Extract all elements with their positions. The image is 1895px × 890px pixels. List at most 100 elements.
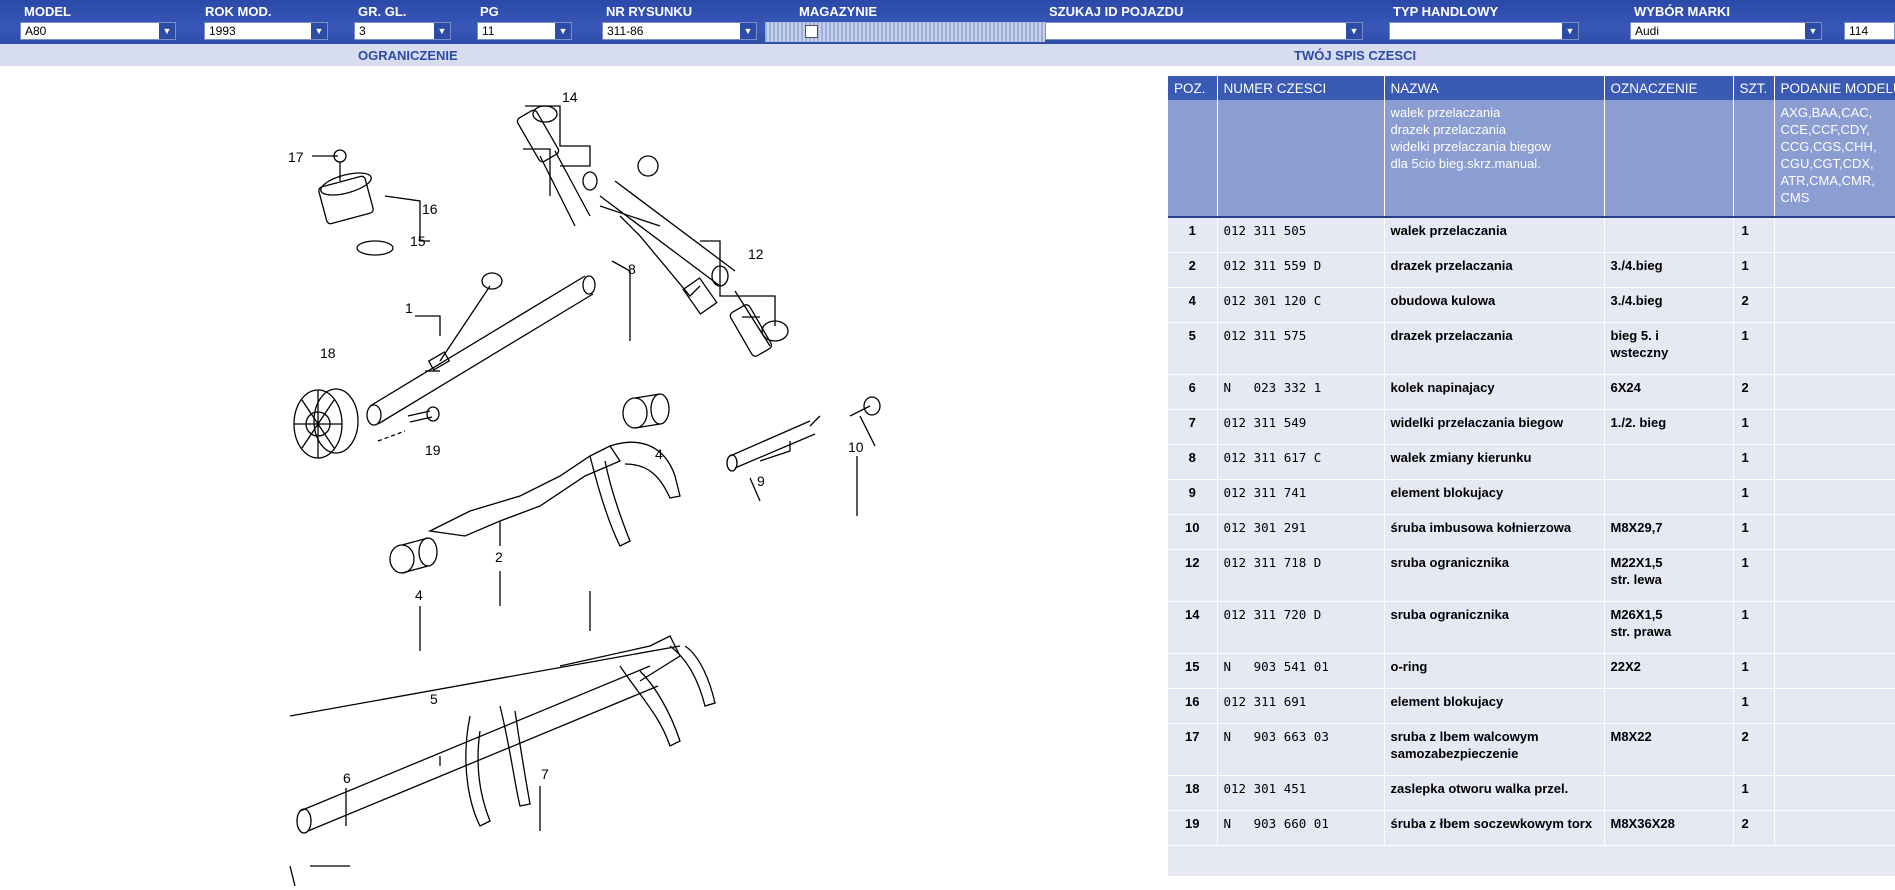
group-models: AXG,BAA,CAC, CCE,CCF,CDY, CCG,CGS,CHH, C… (1774, 100, 1895, 217)
row-name: element blokujacy (1384, 689, 1604, 724)
row-name: zaslepka otworu walka przel. (1384, 776, 1604, 811)
row-marking: M8X22 (1604, 724, 1733, 776)
extra-field[interactable]: 114 (1844, 22, 1895, 40)
group-name-line: walek przelaczania (1391, 104, 1598, 121)
col-part-number[interactable]: NUMER CZESCI (1217, 76, 1384, 100)
row-pos: 4 (1168, 288, 1217, 323)
row-marking-text: 6X24 (1611, 379, 1727, 396)
callout-15: 15 (410, 233, 426, 249)
table-row[interactable]: 8012 311 617 Cwalek zmiany kierunku1 (1168, 445, 1895, 480)
row-qty-text: 1 (1742, 519, 1768, 536)
shift-rod-2 (430, 442, 680, 546)
row-part-number-text: 012 311 718 D (1224, 554, 1378, 571)
group-row[interactable]: walek przelaczania drazek przelaczania w… (1168, 100, 1895, 217)
row-qty: 1 (1733, 445, 1774, 480)
vehicle-id-select[interactable]: ▼ (1045, 22, 1363, 40)
col-qty[interactable]: SZT. (1733, 76, 1774, 100)
row-name: obudowa kulowa (1384, 288, 1604, 323)
row-model (1774, 253, 1895, 288)
table-row[interactable]: 15N 903 541 01o-ring22X21 (1168, 654, 1895, 689)
chevron-down-icon[interactable]: ▼ (1346, 23, 1362, 39)
row-part-number-text: N 023 332 1 (1224, 379, 1378, 396)
row-qty-text: 2 (1742, 728, 1768, 745)
main-group-select[interactable]: 3 ▼ (354, 22, 451, 40)
row-qty-text: 1 (1742, 780, 1768, 797)
row-name: walek zmiany kierunku (1384, 445, 1604, 480)
row-qty: 2 (1733, 288, 1774, 323)
table-row[interactable]: 12012 311 718 Dsruba ogranicznikaM22X1,5… (1168, 550, 1895, 602)
table-row[interactable]: 17N 903 663 03sruba z lbem walcowymsamoz… (1168, 724, 1895, 776)
row-pos: 1 (1168, 217, 1217, 253)
row-pos-text: 12 (1174, 554, 1211, 571)
table-row[interactable]: 18012 301 451zaslepka otworu walka przel… (1168, 776, 1895, 811)
group-pos (1168, 100, 1217, 217)
row-pos-text: 2 (1174, 257, 1211, 274)
brand-select[interactable]: Audi ▼ (1630, 22, 1822, 40)
callout-12: 12 (748, 246, 764, 262)
callout-4b: 4 (415, 587, 423, 603)
table-row[interactable]: 6N 023 332 1kolek napinajacy6X242 (1168, 375, 1895, 410)
trade-type-select[interactable]: ▼ (1389, 22, 1579, 40)
table-row[interactable]: 14012 311 720 Dsruba ogranicznikaM26X1,5… (1168, 602, 1895, 654)
group-qty (1733, 100, 1774, 217)
row-qty: 2 (1733, 724, 1774, 776)
row-pos: 12 (1168, 550, 1217, 602)
row-qty: 1 (1733, 776, 1774, 811)
row-part-number: 012 311 720 D (1217, 602, 1384, 654)
row-qty: 1 (1733, 410, 1774, 445)
table-row[interactable]: 7012 311 549widelki przelaczania biegow1… (1168, 410, 1895, 445)
table-row[interactable]: 9012 311 741element blokujacy1 (1168, 480, 1895, 515)
row-name: o-ring (1384, 654, 1604, 689)
row-name-text: śruba imbusowa kołnierzowa (1391, 519, 1598, 536)
drawing-number-select[interactable]: 311-86 ▼ (602, 22, 757, 40)
drawing-number-label: NR RYSUNKU (606, 4, 692, 19)
row-part-number: N 903 660 01 (1217, 811, 1384, 846)
table-row[interactable]: 2012 311 559 Ddrazek przelaczania3./4.bi… (1168, 253, 1895, 288)
row-pos-text: 7 (1174, 414, 1211, 431)
col-pos[interactable]: POZ. (1168, 76, 1217, 100)
col-name[interactable]: NAZWA (1384, 76, 1604, 100)
warehouse-checkbox[interactable] (805, 25, 818, 38)
row-part-number: 012 311 505 (1217, 217, 1384, 253)
table-row[interactable]: 5012 311 575drazek przelaczaniabieg 5. i… (1168, 323, 1895, 375)
table-row[interactable]: 4012 301 120 Cobudowa kulowa3./4.bieg2 (1168, 288, 1895, 323)
chevron-down-icon[interactable]: ▼ (1562, 23, 1578, 39)
group-model-line: CMS (1781, 189, 1895, 206)
model-select[interactable]: A80 ▼ (20, 22, 176, 40)
callout-9: 9 (757, 473, 765, 489)
row-pos-text: 15 (1174, 658, 1211, 675)
table-row[interactable]: 1012 311 505walek przelaczania1 (1168, 217, 1895, 253)
parts-table-panel: POZ. NUMER CZESCI NAZWA OZNACZENIE SZT. … (1168, 76, 1895, 876)
row-pos-text: 5 (1174, 327, 1211, 344)
row-pos: 5 (1168, 323, 1217, 375)
cap-18 (294, 389, 358, 458)
table-row[interactable]: 16012 311 691element blokujacy1 (1168, 689, 1895, 724)
group-number (1217, 100, 1384, 217)
row-marking: M8X29,7 (1604, 515, 1733, 550)
chevron-down-icon[interactable]: ▼ (311, 23, 327, 39)
sub-header (0, 44, 1895, 66)
pg-select[interactable]: 11 ▼ (477, 22, 572, 40)
row-model (1774, 724, 1895, 776)
row-part-number-text: N 903 663 03 (1224, 728, 1378, 745)
row-pos-text: 9 (1174, 484, 1211, 501)
row-part-number-text: 012 311 741 (1224, 484, 1378, 501)
row-part-number-text: N 903 541 01 (1224, 658, 1378, 675)
row-marking-text: str. prawa (1611, 623, 1727, 640)
row-part-number-text: 012 301 291 (1224, 519, 1378, 536)
chevron-down-icon[interactable]: ▼ (1805, 23, 1821, 39)
chevron-down-icon[interactable]: ▼ (740, 23, 756, 39)
year-select[interactable]: 1993 ▼ (204, 22, 328, 40)
col-model[interactable]: PODANIE MODELU (1774, 76, 1895, 100)
table-row[interactable]: 10012 301 291śruba imbusowa kołnierzowaM… (1168, 515, 1895, 550)
col-marking[interactable]: OZNACZENIE (1604, 76, 1733, 100)
row-marking: 3./4.bieg (1604, 253, 1733, 288)
row-model (1774, 654, 1895, 689)
row-qty-text: 1 (1742, 222, 1768, 239)
table-row[interactable]: 19N 903 660 01śruba z łbem soczewkowym t… (1168, 811, 1895, 846)
chevron-down-icon[interactable]: ▼ (159, 23, 175, 39)
row-marking-text: wsteczny (1611, 344, 1727, 361)
chevron-down-icon[interactable]: ▼ (434, 23, 450, 39)
row-name: sruba ogranicznika (1384, 602, 1604, 654)
chevron-down-icon[interactable]: ▼ (555, 23, 571, 39)
